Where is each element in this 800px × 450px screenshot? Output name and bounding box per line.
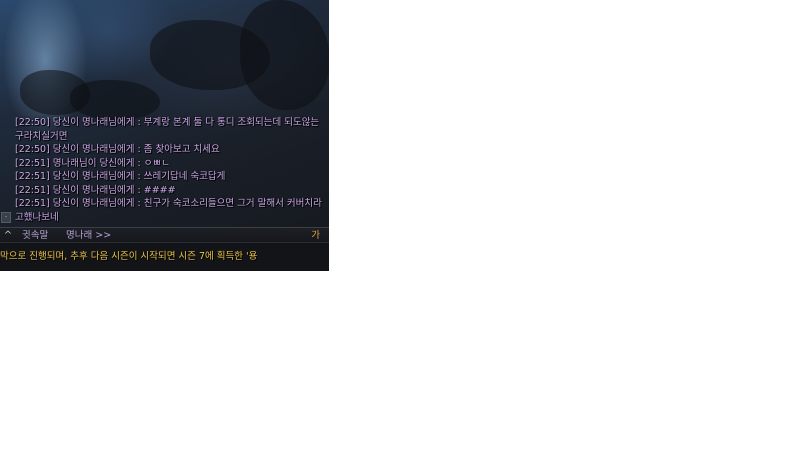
ime-mode-indicator[interactable]: 가 bbox=[311, 228, 320, 243]
chat-line: [22:51] 당신이 명나래님에게 : #### bbox=[15, 184, 176, 196]
chat-input-bar[interactable]: ^ 귓속말 명나래 >> 가 bbox=[0, 227, 329, 243]
whisper-target-label[interactable]: 명나래 >> bbox=[66, 228, 111, 243]
game-viewport: [22:50] 당신이 명나래님에게 : 부계랑 본계 둘 다 통디 조회되는데… bbox=[0, 0, 329, 271]
chat-scroll-handle[interactable]: - bbox=[1, 212, 11, 223]
chat-line: 고했나보네 bbox=[15, 211, 59, 223]
system-notice-bar: 막으로 진행되며, 추후 다음 시즌이 시작되면 시즌 7에 획득한 '용 bbox=[0, 243, 329, 271]
system-notice-text: 막으로 진행되며, 추후 다음 시즌이 시작되면 시즌 7에 획득한 '용 bbox=[0, 251, 258, 262]
chat-line: [22:51] 명나래님이 당신에게 : ㅇㅃㄴ bbox=[15, 157, 170, 169]
chat-line: [22:50] 당신이 명나래님에게 : 좀 찾아보고 치세요 bbox=[15, 144, 220, 155]
expand-chat-button[interactable]: ^ bbox=[0, 228, 16, 243]
rock-decoration bbox=[240, 0, 329, 110]
chat-line: [22:50] 당신이 명나래님에게 : 부계랑 본계 둘 다 통디 조회되는데… bbox=[15, 117, 320, 128]
chat-line: [22:51] 당신이 명나래님에게 : 쓰레기답네 숙코답게 bbox=[15, 171, 226, 182]
chat-line: [22:51] 당신이 명나래님에게 : 친구가 숙코소리들으면 그거 말해서 … bbox=[15, 198, 322, 209]
rock-decoration bbox=[70, 80, 160, 120]
channel-select-button[interactable]: 귓속말 bbox=[22, 228, 48, 243]
chat-line: 구라치실거면 bbox=[15, 130, 68, 142]
chat-log[interactable]: [22:50] 당신이 명나래님에게 : 부계랑 본계 둘 다 통디 조회되는데… bbox=[0, 116, 329, 224]
